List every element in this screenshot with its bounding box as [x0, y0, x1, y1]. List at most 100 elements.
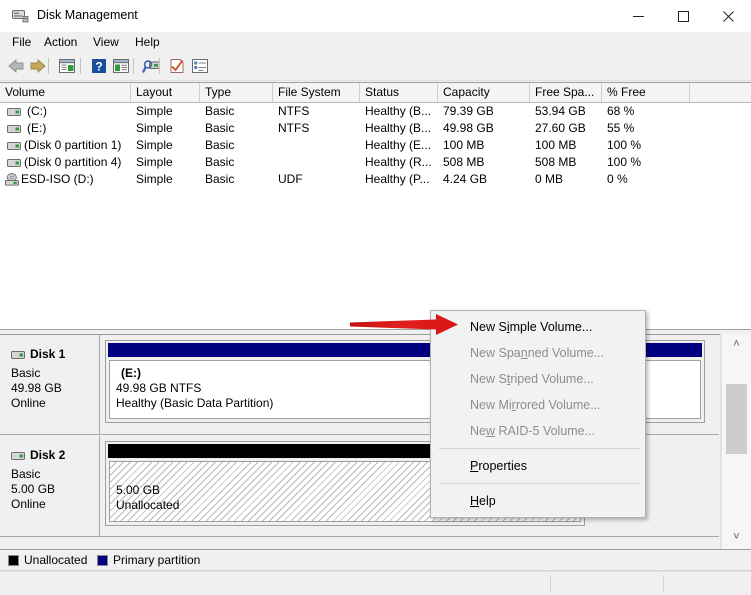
graphic-pane-scrollbar[interactable]: ˄ ˅ — [720, 334, 751, 549]
cell-volume: (Disk 0 partition 4) — [24, 155, 122, 169]
toolbar-separator — [80, 58, 81, 74]
menu-action[interactable]: Action — [37, 34, 84, 51]
cell-type: Basic — [205, 121, 235, 135]
toolbar-separator — [48, 58, 49, 74]
disk-1-state: Online — [11, 396, 46, 410]
cell-free-space: 100 MB — [535, 138, 577, 152]
cell-status: Healthy (B... — [365, 121, 432, 135]
menu-file[interactable]: File — [5, 34, 38, 51]
cell-file-system — [278, 137, 360, 154]
hard-disk-icon — [7, 125, 21, 133]
menu-help[interactable]: Help — [128, 34, 167, 51]
cell-volume: ESD-ISO (D:) — [21, 172, 94, 186]
cell-percent-free: 0 % — [607, 172, 628, 186]
cell-volume: (Disk 0 partition 1) — [24, 138, 122, 152]
table-row[interactable]: ESD-ISO (D:) Simple Basic UDF Healthy (P… — [0, 171, 751, 188]
column-header-status[interactable]: Status — [360, 83, 438, 102]
partition-e-label-status: Healthy (Basic Data Partition) — [116, 396, 274, 410]
minimize-button[interactable] — [616, 0, 661, 32]
legend-bar: Unallocated Primary partition — [0, 549, 751, 571]
red-arrow-annotation — [350, 314, 458, 335]
cell-capacity: 49.98 GB — [443, 121, 494, 135]
maximize-icon — [678, 10, 689, 22]
disk-2-type: Basic — [11, 467, 41, 481]
cell-status: Healthy (B... — [365, 104, 432, 118]
table-row[interactable]: (Disk 0 partition 4) Simple Basic Health… — [0, 154, 751, 171]
cell-status: Healthy (P... — [365, 172, 430, 186]
cell-percent-free: 100 % — [607, 138, 642, 152]
cell-file-system: NTFS — [278, 104, 310, 118]
context-menu-item-properties[interactable]: Properties — [431, 453, 645, 479]
cell-capacity: 4.24 GB — [443, 172, 488, 186]
context-menu-item-help[interactable]: Help — [431, 488, 645, 514]
table-row[interactable]: (C:) Simple Basic NTFS Healthy (B... 79.… — [0, 103, 751, 120]
cell-free-space: 27.60 GB — [535, 121, 586, 135]
cell-file-system — [278, 154, 360, 171]
column-header-percent-free[interactable]: % Free — [602, 83, 690, 102]
status-bar — [0, 571, 751, 595]
cell-percent-free: 55 % — [607, 121, 635, 135]
toolbar-separator — [133, 58, 134, 74]
legend-label-primary: Primary partition — [113, 553, 201, 567]
column-header-capacity[interactable]: Capacity — [438, 83, 530, 102]
all-tasks-icon[interactable] — [190, 57, 210, 75]
disk-1-size: 49.98 GB — [11, 381, 62, 395]
context-menu-separator — [439, 483, 640, 484]
column-header-filler[interactable] — [690, 83, 751, 102]
minimize-icon — [633, 15, 644, 17]
scroll-down-button[interactable]: ˅ — [721, 527, 751, 547]
show-hide-console-tree-icon[interactable] — [57, 57, 77, 75]
cell-volume: (C:) — [27, 104, 47, 118]
title-bar: Disk Management — [0, 0, 751, 32]
forward-icon[interactable] — [28, 57, 48, 75]
volume-list-header: Volume Layout Type File System Status Ca… — [0, 83, 751, 103]
volume-list-panel: Volume Layout Type File System Status Ca… — [0, 82, 751, 330]
menu-view[interactable]: View — [86, 34, 126, 51]
table-row[interactable]: (Disk 0 partition 1) Simple Basic Health… — [0, 137, 751, 154]
cell-type: Basic — [205, 155, 235, 169]
cell-free-space: 0 MB — [535, 172, 564, 186]
window-controls — [616, 0, 751, 32]
help-icon[interactable]: ? — [89, 57, 109, 75]
context-menu-item-new-simple-volume[interactable]: New Simple Volume... — [431, 314, 645, 340]
disk-2-size: 5.00 GB — [11, 482, 56, 496]
hard-disk-icon — [7, 108, 21, 116]
partition-e-label-size: 49.98 GB NTFS — [116, 381, 202, 395]
disk-management-icon — [12, 10, 29, 23]
properties-icon[interactable] — [167, 57, 187, 75]
legend-item-unallocated: Unallocated — [8, 553, 87, 567]
cd-rom-drive-icon — [5, 173, 19, 186]
show-action-pane-icon[interactable] — [111, 57, 131, 75]
cell-free-space: 508 MB — [535, 155, 577, 169]
disk-1-info[interactable]: Disk 1 Basic 49.98 GB Online — [0, 335, 100, 434]
scrollbar-thumb[interactable] — [726, 384, 747, 454]
context-menu-item-new-spanned-volume: New Spanned Volume... — [470, 346, 605, 360]
cell-type: Basic — [205, 104, 235, 118]
disk-2-info[interactable]: Disk 2 Basic 5.00 GB Online — [0, 436, 100, 536]
legend-label-unallocated: Unallocated — [24, 553, 88, 567]
close-button[interactable] — [706, 0, 751, 32]
cell-percent-free: 68 % — [607, 104, 635, 118]
maximize-button[interactable] — [661, 0, 706, 32]
context-menu-separator — [439, 448, 640, 449]
scrollbar-track — [721, 334, 722, 549]
status-bar-divider — [550, 575, 551, 593]
hard-disk-icon — [7, 159, 21, 167]
column-header-free-space[interactable]: Free Spa... — [530, 83, 602, 102]
column-header-volume[interactable]: Volume — [0, 83, 131, 102]
partition-e-label-drive: (E:) — [121, 366, 141, 380]
cell-capacity: 508 MB — [443, 155, 485, 169]
scroll-up-button[interactable]: ˄ — [721, 334, 751, 354]
cell-layout: Simple — [136, 104, 173, 118]
back-icon[interactable] — [6, 57, 26, 75]
cell-free-space: 53.94 GB — [535, 104, 586, 118]
context-menu: New Simple Volume... New Spanned Volume.… — [430, 310, 646, 518]
legend-swatch-unallocated — [8, 554, 19, 566]
context-menu-item-new-raid5-volume: New RAID-5 Volume... — [470, 424, 596, 438]
column-header-type[interactable]: Type — [200, 83, 273, 102]
column-header-layout[interactable]: Layout — [131, 83, 200, 102]
table-row[interactable]: (E:) Simple Basic NTFS Healthy (B... 49.… — [0, 120, 751, 137]
disk-1-name: Disk 1 — [30, 347, 66, 361]
column-header-file-system[interactable]: File System — [273, 83, 360, 102]
disk-management-window: Disk Management File Action View Help ? … — [0, 0, 751, 595]
